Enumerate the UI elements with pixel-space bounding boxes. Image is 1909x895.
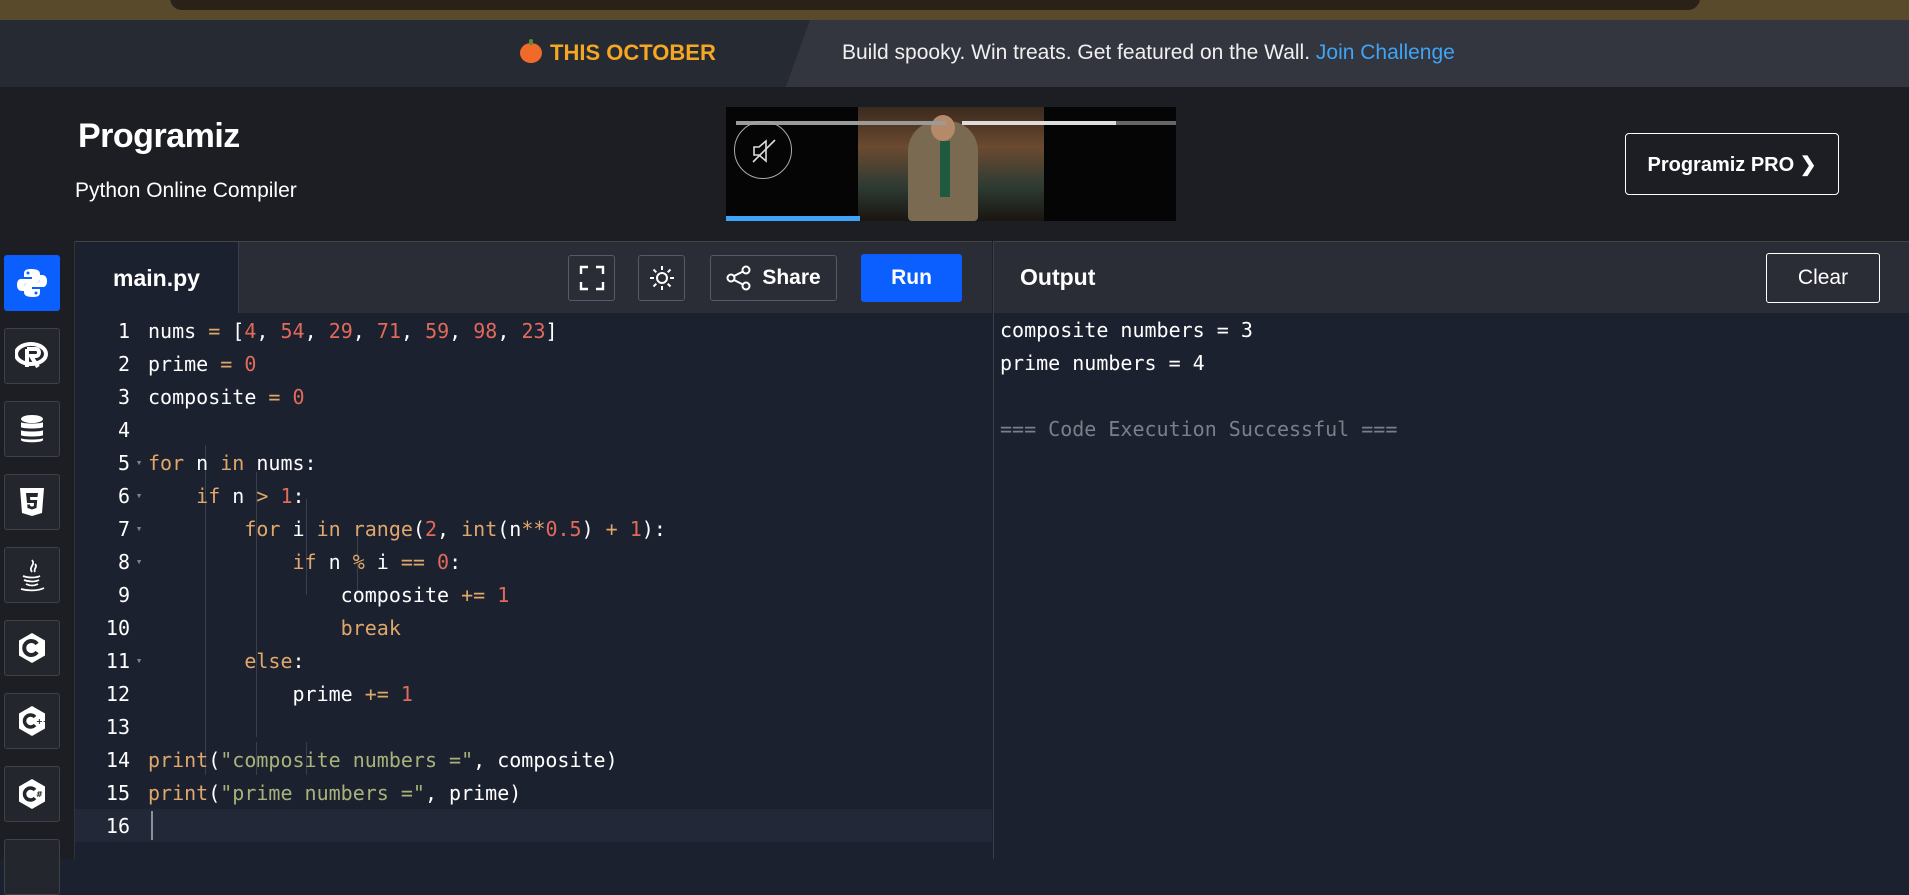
- code-line: 8 ▾ if n % i == 0:: [117, 549, 462, 574]
- execution-status: === Code Execution Successful ===: [1000, 417, 1398, 441]
- code-line-current: 16: [75, 809, 992, 842]
- code-text: for n in nums:: [148, 450, 317, 475]
- lang-c-button[interactable]: [4, 620, 60, 676]
- lang-sql-button[interactable]: [4, 401, 60, 457]
- clear-button[interactable]: Clear: [1766, 253, 1880, 303]
- code-text: print("composite numbers =", composite): [148, 747, 618, 772]
- code-text: prime = 0: [148, 351, 257, 376]
- cpp-icon: ++: [19, 706, 49, 736]
- fold-arrow-icon[interactable]: ▾: [130, 522, 148, 535]
- html5-icon: [20, 488, 44, 516]
- header: Programiz Python Online Compiler Program…: [0, 87, 1909, 241]
- file-tab-main[interactable]: main.py: [75, 242, 239, 314]
- output-header: Output Clear: [993, 241, 1909, 314]
- python-icon: [17, 269, 47, 297]
- code-text: else:: [244, 648, 305, 673]
- editor-toolbar: main.py Share Run: [75, 241, 992, 314]
- speaker-muted-icon: [752, 139, 776, 163]
- output-console[interactable]: composite numbers = 3 prime numbers = 4 …: [993, 313, 1909, 859]
- language-sidebar: ++ #: [0, 241, 75, 895]
- code-line: 6 ▾ if n > 1:: [117, 483, 305, 508]
- sun-icon: [649, 266, 674, 290]
- fold-arrow-icon[interactable]: ▾: [130, 654, 148, 667]
- promo-message: Build spooky. Win treats. Get featured o…: [842, 41, 1455, 64]
- code-text: break: [340, 615, 401, 640]
- svg-text:++: ++: [36, 717, 49, 726]
- code-text: if n % i == 0:: [292, 549, 462, 574]
- code-line: 2 prime = 0: [117, 351, 257, 376]
- text-cursor: [151, 811, 153, 840]
- pumpkin-icon: [520, 39, 542, 63]
- promo-badge: THIS OCTOBER: [520, 39, 716, 66]
- code-text: prime += 1: [148, 681, 413, 706]
- code-line: 9 composite += 1: [117, 582, 510, 607]
- code-line: 4: [117, 417, 130, 442]
- code-line: 12 prime += 1: [105, 681, 413, 706]
- csharp-icon: #: [19, 779, 45, 809]
- code-line: 13: [105, 714, 130, 739]
- code-editor[interactable]: 1 nums = [4, 54, 29, 71, 59, 98, 23] 2 pri…: [75, 313, 992, 859]
- promo-banner: THIS OCTOBER Build spooky. Win treats. G…: [0, 20, 1909, 87]
- video-ad[interactable]: [726, 107, 1176, 221]
- code-text: print("prime numbers =", prime): [148, 780, 522, 805]
- lang-java-button[interactable]: [4, 547, 60, 603]
- ad-progress-bar: [726, 216, 860, 221]
- lang-more-button[interactable]: [4, 839, 60, 895]
- code-line: 15 print("prime numbers =", prime): [105, 780, 522, 805]
- code-line: 3 composite = 0: [117, 384, 305, 409]
- fullscreen-button[interactable]: [568, 255, 615, 301]
- programiz-pro-button[interactable]: Programiz PRO ❯: [1625, 133, 1839, 195]
- output-title: Output: [1020, 264, 1096, 290]
- output-line: prime numbers = 4: [1000, 351, 1205, 375]
- fullscreen-icon: [579, 265, 604, 291]
- share-button[interactable]: Share: [710, 255, 837, 301]
- lang-cpp-button[interactable]: ++: [4, 693, 60, 749]
- fold-arrow-icon[interactable]: ▾: [130, 555, 148, 568]
- browser-top-strip: [0, 0, 1909, 20]
- code-line: 10 break: [105, 615, 401, 640]
- code-text: composite += 1: [148, 582, 510, 607]
- code-line: 11 ▾ else:: [105, 648, 305, 673]
- code-text: composite = 0: [148, 384, 305, 409]
- code-text: if n > 1:: [196, 483, 305, 508]
- c-icon: [19, 633, 45, 663]
- code-line: 14 print("composite numbers =", composite…: [105, 747, 618, 772]
- output-line: composite numbers = 3: [1000, 318, 1253, 342]
- page-subtitle: Python Online Compiler: [75, 179, 297, 202]
- svg-text:#: #: [36, 790, 43, 799]
- sql-database-icon: [21, 415, 43, 443]
- fold-arrow-icon[interactable]: ▾: [130, 456, 148, 469]
- code-line: 7 ▾ for i in range(2, int(n**0.5) + 1):: [117, 516, 666, 541]
- share-icon: [726, 265, 751, 291]
- code-line: 5 ▾ for n in nums:: [117, 450, 317, 475]
- theme-toggle-button[interactable]: [638, 255, 685, 301]
- lang-csharp-button[interactable]: #: [4, 766, 60, 822]
- fold-arrow-icon[interactable]: ▾: [130, 489, 148, 502]
- lang-html-button[interactable]: [4, 474, 60, 530]
- java-icon: [20, 559, 45, 592]
- programiz-logo[interactable]: Programiz: [78, 117, 240, 156]
- ad-story-bar: [962, 121, 1176, 125]
- lang-python-button[interactable]: [4, 255, 60, 311]
- code-text: nums = [4, 54, 29, 71, 59, 98, 23]: [148, 318, 558, 343]
- run-button[interactable]: Run: [861, 254, 962, 302]
- lang-r-button[interactable]: [4, 328, 60, 384]
- r-icon: [15, 342, 48, 369]
- code-line: 1 nums = [4, 54, 29, 71, 59, 98, 23]: [117, 318, 558, 343]
- code-text: for i in range(2, int(n**0.5) + 1):: [244, 516, 666, 541]
- mute-button[interactable]: [734, 121, 792, 179]
- browser-address-bar[interactable]: [170, 0, 1700, 10]
- join-challenge-link[interactable]: Join Challenge: [1316, 41, 1455, 64]
